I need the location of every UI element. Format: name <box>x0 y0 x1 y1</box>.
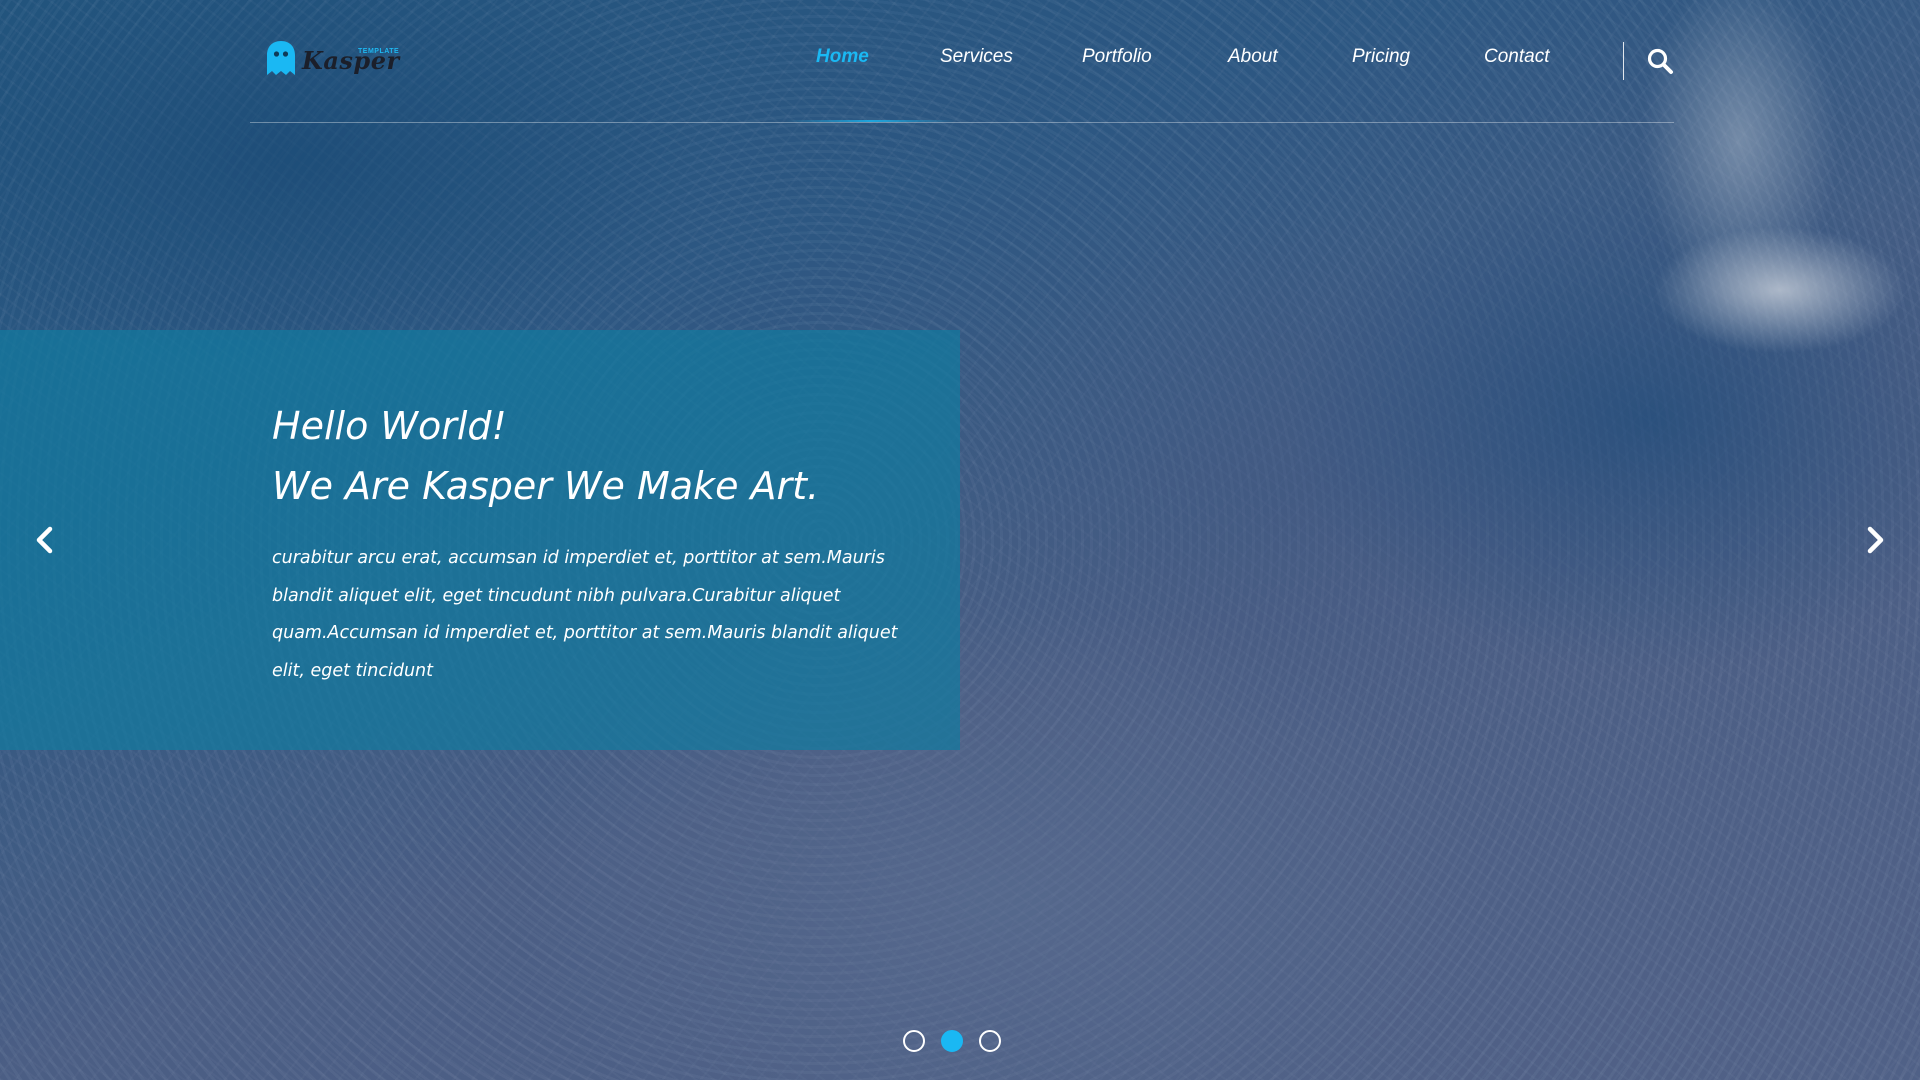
nav-link-contact[interactable]: Contact <box>1484 46 1549 68</box>
hero-content-box: Hello World! We Are Kasper We Make Art. … <box>0 330 960 750</box>
search-icon <box>1647 48 1673 74</box>
nav-divider <box>1623 42 1624 80</box>
search-button[interactable] <box>1646 47 1674 75</box>
nav-link-services[interactable]: Services <box>940 46 1013 68</box>
brand-tagline: TEMPLATE <box>358 48 400 55</box>
slider-bullet-1[interactable] <box>903 1030 925 1052</box>
slider-bullet-2[interactable] <box>941 1030 963 1052</box>
hero-heading-line-2: We Are Kasper We Make Art. <box>272 464 820 508</box>
slider-prev-button[interactable] <box>28 522 64 562</box>
nav-active-indicator <box>786 120 956 122</box>
nav-link-pricing[interactable]: Pricing <box>1352 46 1410 68</box>
hero-paragraph: curabitur arcu erat, accumsan id imperdi… <box>272 548 898 681</box>
hero-heading: Hello World! We Are Kasper We Make Art. <box>272 396 819 516</box>
nav-link-home[interactable]: Home <box>816 46 869 68</box>
slider-next-button[interactable] <box>1856 522 1892 562</box>
brand-logo[interactable]: Kasper TEMPLATE <box>266 38 399 82</box>
chevron-left-icon <box>36 526 53 554</box>
hero-heading-line-1: Hello World! <box>272 404 507 448</box>
hero-section: Kasper TEMPLATE Home Services Portfolio … <box>0 0 1920 1080</box>
ghost-logo-icon <box>267 41 295 75</box>
nav-link-about[interactable]: About <box>1228 46 1278 68</box>
chevron-right-icon <box>1867 526 1884 554</box>
site-header: Kasper TEMPLATE Home Services Portfolio … <box>250 0 1674 123</box>
slider-bullet-3[interactable] <box>979 1030 1001 1052</box>
nav-link-portfolio[interactable]: Portfolio <box>1082 46 1152 68</box>
